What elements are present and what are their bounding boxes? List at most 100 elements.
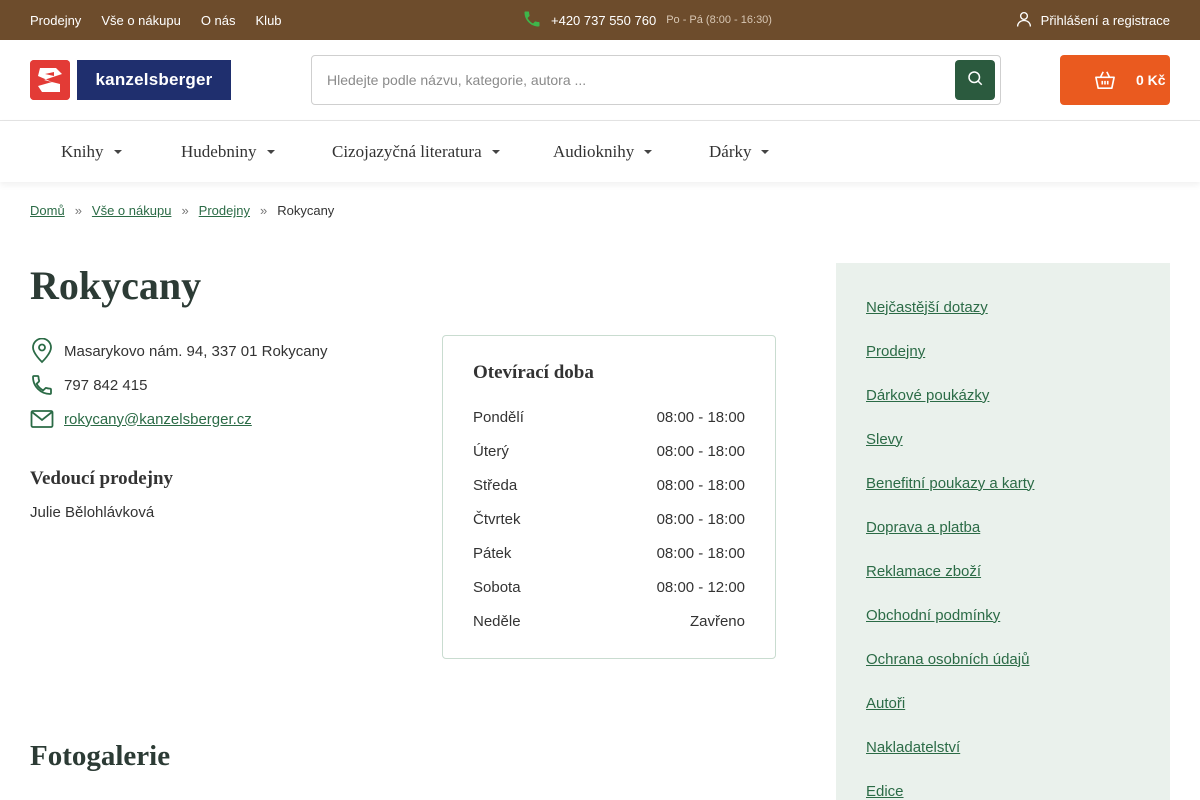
- nav-label: Knihy: [61, 141, 104, 161]
- top-link-club[interactable]: Klub: [256, 13, 282, 28]
- sidebar-link[interactable]: Doprava a platba: [866, 519, 980, 536]
- nav-item-books[interactable]: Knihy: [61, 121, 122, 182]
- address-row: Masarykovo nám. 94, 337 01 Rokycany: [30, 334, 327, 368]
- caret-down-icon: [266, 149, 275, 154]
- login-label: Přihlášení a registrace: [1040, 12, 1170, 28]
- hours-time: 08:00 - 18:00: [656, 442, 745, 460]
- phone-row: 797 842 415: [30, 368, 327, 402]
- user-icon: [1015, 10, 1033, 31]
- main-nav: Knihy Hudebniny Cizojazyčná literatura A…: [0, 121, 1200, 182]
- breadcrumb: Domů » Vše o nákupu » Prodejny » Rokycan…: [30, 203, 334, 218]
- sidebar-link[interactable]: Autoři: [866, 695, 905, 712]
- logo[interactable]: kanzelsberger: [30, 60, 231, 100]
- hours-row: Pátek 08:00 - 18:00: [473, 536, 745, 570]
- hours-row: Sobota 08:00 - 12:00: [473, 570, 745, 604]
- top-link-about[interactable]: O nás: [201, 13, 236, 28]
- nav-item-foreign-literature[interactable]: Cizojazyčná literatura: [332, 121, 500, 182]
- sidebar-link[interactable]: Slevy: [866, 431, 903, 448]
- sidebar-link[interactable]: Benefitní poukazy a karty: [866, 475, 1034, 492]
- phone-hours: Po - Pá (8:00 - 16:30): [666, 14, 772, 26]
- sidebar-item-stores: Prodejny: [866, 329, 1034, 373]
- sidebar-link[interactable]: Reklamace zboží: [866, 563, 981, 580]
- phone-icon: [522, 9, 551, 32]
- sidebar-link[interactable]: Ochrana osobních údajů: [866, 651, 1029, 668]
- hours-day: Pondělí: [473, 408, 524, 426]
- nav-label: Hudebniny: [181, 141, 257, 161]
- top-link-shopping-info[interactable]: Vše o nákupu: [101, 13, 181, 28]
- email-row: rokycany@kanzelsberger.cz: [30, 402, 327, 436]
- phone-icon: [30, 373, 64, 397]
- search-input[interactable]: [327, 56, 947, 104]
- sidebar: Nejčastější dotazy Prodejny Dárkové pouk…: [836, 263, 1170, 800]
- sidebar-link[interactable]: Dárkové poukázky: [866, 387, 989, 404]
- manager-heading: Vedoucí prodejny: [30, 468, 174, 489]
- nav-item-audiobooks[interactable]: Audioknihy: [553, 121, 653, 182]
- opening-hours-heading: Otevírací doba: [473, 362, 594, 383]
- opening-hours-list: Pondělí 08:00 - 18:00 Úterý 08:00 - 18:00 …: [473, 400, 745, 638]
- breadcrumb-current: Rokycany: [277, 203, 335, 218]
- nav-item-gifts[interactable]: Dárky: [709, 121, 770, 182]
- map-pin-icon: [30, 338, 64, 364]
- hours-day: Neděle: [473, 612, 521, 630]
- sidebar-item-gift-vouchers: Dárkové poukázky: [866, 373, 1034, 417]
- hours-row: Neděle Zavřeno: [473, 604, 745, 638]
- breadcrumb-home[interactable]: Domů: [30, 203, 65, 218]
- search-button[interactable]: [955, 60, 995, 100]
- opening-hours-card: Otevírací doba Pondělí 08:00 - 18:00 Úter…: [442, 335, 776, 659]
- breadcrumb-shopping-info[interactable]: Vše o nákupu: [92, 203, 172, 218]
- sidebar-link[interactable]: Nejčastější dotazy: [866, 299, 988, 316]
- cart-total: 0 Kč: [1136, 72, 1166, 88]
- sidebar-item-benefit-cards: Benefitní poukazy a karty: [866, 461, 1034, 505]
- sidebar-link[interactable]: Nakladatelství: [866, 739, 960, 756]
- hours-day: Sobota: [473, 578, 521, 596]
- hours-row: Čtvrtek 08:00 - 18:00: [473, 502, 745, 536]
- hours-time: 08:00 - 18:00: [656, 510, 745, 528]
- nav-label: Audioknihy: [553, 141, 635, 161]
- caret-down-icon: [113, 149, 122, 154]
- top-phone[interactable]: +420 737 550 760 Po - Pá (8:00 - 16:30): [522, 0, 772, 40]
- top-bar: Prodejny Vše o nákupu O nás Klub +420 73…: [0, 0, 1200, 40]
- hours-row: Pondělí 08:00 - 18:00: [473, 400, 745, 434]
- store-address: Masarykovo nám. 94, 337 01 Rokycany: [64, 342, 328, 360]
- top-links: Prodejny Vše o nákupu O nás Klub: [30, 0, 282, 40]
- store-contact: Masarykovo nám. 94, 337 01 Rokycany 797 …: [30, 334, 327, 436]
- breadcrumb-stores[interactable]: Prodejny: [199, 203, 250, 218]
- hours-day: Čtvrtek: [473, 510, 521, 528]
- gallery-heading: Fotogalerie: [30, 740, 171, 772]
- hours-row: Úterý 08:00 - 18:00: [473, 434, 745, 468]
- caret-down-icon: [491, 149, 500, 154]
- hours-day: Pátek: [473, 544, 512, 562]
- cart-button[interactable]: 0 Kč: [1060, 55, 1170, 105]
- caret-down-icon: [644, 149, 653, 154]
- sidebar-link[interactable]: Edice: [866, 783, 904, 800]
- nav-label: Dárky: [709, 141, 752, 161]
- sidebar-item-shipping-payment: Doprava a platba: [866, 505, 1034, 549]
- login-link[interactable]: Přihlášení a registrace: [1015, 0, 1170, 40]
- sidebar-menu: Nejčastější dotazy Prodejny Dárkové pouk…: [866, 285, 1034, 800]
- sidebar-item-complaints: Reklamace zboží: [866, 549, 1034, 593]
- hours-time: 08:00 - 12:00: [656, 578, 745, 596]
- basket-icon: [1080, 70, 1116, 90]
- page-title: Rokycany: [30, 263, 202, 308]
- logo-mark-icon: [30, 60, 70, 100]
- store-email-link[interactable]: rokycany@kanzelsberger.cz: [64, 411, 252, 428]
- hours-time: 08:00 - 18:00: [656, 476, 745, 494]
- breadcrumb-separator: »: [259, 203, 268, 218]
- sidebar-link[interactable]: Prodejny: [866, 343, 925, 360]
- header: kanzelsberger 0 Kč: [0, 40, 1200, 121]
- phone-number: +420 737 550 760: [551, 12, 657, 28]
- search-icon: [966, 69, 984, 92]
- sidebar-item-publishers: Nakladatelství: [866, 725, 1034, 769]
- hours-time: 08:00 - 18:00: [656, 544, 745, 562]
- caret-down-icon: [761, 149, 770, 154]
- search-box: [311, 55, 1001, 105]
- top-link-stores[interactable]: Prodejny: [30, 13, 81, 28]
- sidebar-item-authors: Autoři: [866, 681, 1034, 725]
- sidebar-link[interactable]: Obchodní podmínky: [866, 607, 1000, 624]
- store-phone: 797 842 415: [64, 376, 148, 394]
- manager-name: Julie Bělohlávková: [30, 504, 155, 521]
- breadcrumb-separator: »: [74, 203, 82, 218]
- mail-icon: [30, 409, 64, 429]
- nav-item-sheet-music[interactable]: Hudebniny: [181, 121, 275, 182]
- nav-label: Cizojazyčná literatura: [332, 141, 482, 161]
